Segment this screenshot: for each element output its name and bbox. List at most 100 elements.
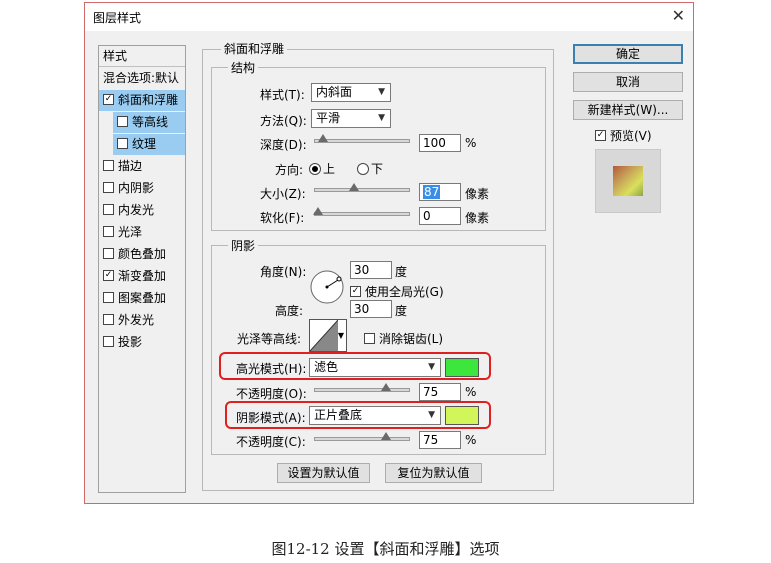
style-preview — [595, 149, 661, 213]
altitude-input[interactable]: 30 — [350, 300, 392, 318]
style-select[interactable]: 内斜面 ▼ — [311, 83, 391, 102]
style-item[interactable]: 颜色叠加 — [99, 244, 185, 265]
close-icon[interactable]: ✕ — [672, 6, 685, 25]
style-item[interactable]: ✓ 渐变叠加 — [99, 266, 185, 287]
checkbox-icon — [364, 333, 375, 344]
style-item-label: 投影 — [118, 335, 143, 349]
style-item-label: 内发光 — [118, 203, 155, 217]
shadow-mode-select[interactable]: 正片叠底 ▼ — [309, 406, 441, 425]
checkbox-icon — [103, 314, 114, 325]
checkbox-icon — [117, 138, 128, 149]
style-label: 样式(T): — [260, 88, 305, 102]
checkbox-icon — [103, 248, 114, 259]
slider-thumb[interactable] — [381, 432, 391, 440]
checkbox-icon — [117, 116, 128, 127]
checkbox-icon: ✓ — [350, 286, 361, 297]
size-unit: 像素 — [465, 187, 490, 201]
shading-title: 阴影 — [228, 237, 259, 254]
shadow-color-swatch[interactable] — [445, 406, 479, 425]
cancel-button[interactable]: 取消 — [573, 72, 683, 92]
dialog-title: 图层样式 — [93, 11, 142, 25]
shadow-opacity-unit: % — [465, 433, 477, 447]
altitude-unit: 度 — [395, 304, 408, 318]
depth-input[interactable]: 100 — [419, 134, 461, 152]
checkbox-icon — [103, 292, 114, 303]
style-item-label: 外发光 — [118, 313, 155, 327]
radio-icon — [357, 162, 369, 175]
highlight-color-swatch[interactable] — [445, 358, 479, 377]
style-item[interactable]: 描边 — [99, 156, 185, 177]
chevron-down-icon: ▼ — [428, 362, 435, 372]
slider-thumb[interactable] — [349, 183, 359, 191]
highlight-mode-select[interactable]: 滤色 ▼ — [309, 358, 441, 377]
new-style-button[interactable]: 新建样式(W)... — [573, 100, 683, 120]
style-item-label: 等高线 — [132, 115, 169, 129]
style-item-label: 内阴影 — [118, 181, 155, 195]
contour-curve-icon — [310, 320, 338, 351]
set-default-button[interactable]: 设置为默认值 — [277, 463, 370, 483]
shadow-mode-label: 阴影模式(A): — [236, 411, 306, 425]
antialias-label: 消除锯齿(L) — [379, 332, 444, 346]
depth-unit: % — [465, 136, 477, 150]
preview-checkbox[interactable]: ✓ 预览(V) — [595, 127, 652, 144]
slider-thumb[interactable] — [381, 383, 391, 391]
direction-down-radio[interactable]: 下 — [357, 160, 383, 177]
style-item-label: 光泽 — [118, 225, 143, 239]
style-item[interactable]: ✓ 斜面和浮雕 — [99, 90, 185, 111]
slider-thumb[interactable] — [318, 134, 328, 142]
preview-swatch — [613, 166, 643, 196]
soften-slider[interactable] — [313, 207, 410, 216]
ok-button[interactable]: 确定 — [573, 44, 683, 64]
style-item-label: 颜色叠加 — [118, 247, 167, 261]
method-label: 方法(Q): — [260, 114, 307, 128]
style-item[interactable]: 纹理 — [113, 134, 185, 155]
style-item-label: 图案叠加 — [118, 291, 167, 305]
layer-style-dialog: 图层样式 ✕ 样式 混合选项:默认 ✓ 斜面和浮雕 等高线 纹理 描边 内阴影 内发光 光泽颜… — [84, 2, 694, 504]
shadow-mode-value: 正片叠底 — [314, 408, 363, 422]
angle-dial-icon[interactable] — [309, 269, 345, 305]
style-item[interactable]: 等高线 — [113, 112, 185, 133]
slider-thumb[interactable] — [313, 207, 323, 215]
checkbox-icon — [103, 336, 114, 347]
checkbox-icon: ✓ — [103, 270, 114, 281]
method-select[interactable]: 平滑 ▼ — [311, 109, 391, 128]
depth-label: 深度(D): — [260, 138, 307, 152]
depth-slider[interactable] — [314, 134, 410, 143]
style-item[interactable]: 内发光 — [99, 200, 185, 221]
highlight-opacity-label: 不透明度(O): — [236, 387, 307, 401]
highlight-opacity-slider[interactable] — [314, 383, 410, 392]
antialias-checkbox[interactable]: 消除锯齿(L) — [364, 330, 443, 347]
radio-icon — [309, 162, 321, 175]
style-item[interactable]: 光泽 — [99, 222, 185, 243]
figure-caption: 图12-12 设置【斜面和浮雕】选项 — [271, 540, 500, 558]
chevron-down-icon: ▼ — [378, 113, 385, 123]
gloss-contour-picker[interactable]: ▼ — [309, 319, 347, 352]
reset-default-button[interactable]: 复位为默认值 — [385, 463, 482, 483]
title-bar: 图层样式 ✕ — [85, 3, 693, 31]
shadow-opacity-input[interactable]: 75 — [419, 431, 461, 449]
structure-title: 结构 — [228, 59, 259, 76]
angle-label: 角度(N): — [260, 265, 307, 279]
style-item[interactable]: 内阴影 — [99, 178, 185, 199]
angle-input[interactable]: 30 — [350, 261, 392, 279]
direction-up-radio[interactable]: 上 — [309, 160, 335, 177]
soften-unit: 像素 — [465, 211, 490, 225]
preview-label: 预览(V) — [610, 129, 652, 143]
size-input[interactable]: 87 — [419, 183, 461, 201]
shadow-opacity-slider[interactable] — [314, 432, 410, 441]
altitude-label: 高度: — [275, 304, 304, 318]
soften-label: 软化(F): — [260, 211, 305, 225]
style-item[interactable]: 外发光 — [99, 310, 185, 331]
blend-options-item[interactable]: 混合选项:默认 — [99, 68, 185, 89]
styles-header[interactable]: 样式 — [99, 46, 185, 67]
bevel-emboss-title: 斜面和浮雕 — [221, 40, 288, 57]
highlight-opacity-input[interactable]: 75 — [419, 383, 461, 401]
soften-input[interactable]: 0 — [419, 207, 461, 225]
style-select-value: 内斜面 — [316, 85, 353, 99]
style-item[interactable]: 投影 — [99, 332, 185, 353]
size-slider[interactable] — [314, 183, 410, 192]
direction-label: 方向: — [275, 163, 304, 177]
style-item[interactable]: 图案叠加 — [99, 288, 185, 309]
global-light-checkbox[interactable]: ✓ 使用全局光(G) — [350, 283, 444, 300]
chevron-down-icon: ▼ — [428, 410, 435, 420]
